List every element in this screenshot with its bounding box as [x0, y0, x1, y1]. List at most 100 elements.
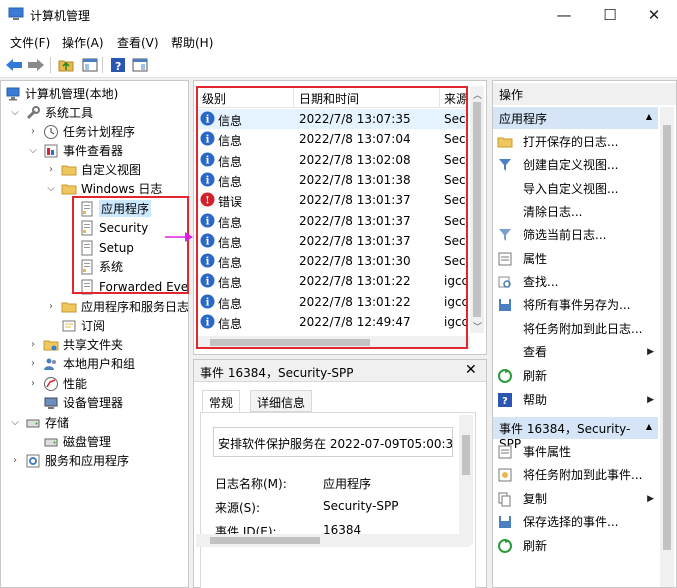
chevron-right-icon[interactable]: › — [27, 126, 39, 138]
navigation-tree: 计算机管理(本地) ⌵ 系统工具 › 任务计划程序 ⌵ 事件查看器 › 自定义视… — [0, 80, 189, 588]
chevron-down-icon[interactable]: ⌵ — [45, 183, 57, 195]
menu-help[interactable]: 帮助(H) — [171, 34, 213, 51]
tree-item-custom-views[interactable]: › 自定义视图 — [45, 160, 141, 179]
menu-file[interactable]: 文件(F) — [10, 34, 50, 51]
folder-icon — [61, 162, 77, 178]
copy-icon — [497, 491, 513, 507]
action-item[interactable]: 将任务附加到此日志... — [493, 317, 658, 340]
tree-item-services-apps[interactable]: › 服务和应用程序 — [9, 451, 129, 470]
action-item[interactable]: 创建自定义视图... — [493, 153, 658, 176]
chevron-right-icon[interactable]: › — [27, 358, 39, 370]
annotation-box-event-list — [196, 86, 468, 349]
detail-hscroll[interactable] — [196, 534, 470, 547]
scroll-thumb[interactable] — [473, 102, 481, 317]
tree-item-subscriptions[interactable]: 订阅 — [61, 316, 105, 335]
users-icon — [43, 356, 59, 372]
actions-vscroll[interactable] — [660, 107, 674, 587]
tree-item-device-manager[interactable]: 设备管理器 — [43, 393, 123, 412]
action-item[interactable]: 将所有事件另存为... — [493, 293, 658, 316]
tree-label: 订阅 — [81, 319, 106, 333]
tree-label: Windows 日志 — [81, 182, 163, 196]
chevron-down-icon[interactable]: ⌵ — [9, 107, 21, 119]
event-message-box[interactable]: 安排软件保护服务在 2022-07-09T05:00:35Z 时重新启动 — [213, 427, 453, 457]
action-item[interactable]: 导入自定义视图... — [493, 177, 658, 200]
action-item[interactable]: 打开保存的日志... — [493, 130, 658, 153]
tree-label: 自定义视图 — [81, 163, 142, 177]
toolbar: ? — [0, 52, 677, 78]
tree-item-system-tools[interactable]: ⌵ 系统工具 — [9, 103, 93, 122]
show-hide-tree-icon[interactable] — [80, 55, 100, 75]
back-arrow-icon[interactable] — [4, 55, 24, 75]
menu-bar: 文件(F) 操作(A) 查看(V) 帮助(H) — [0, 30, 677, 52]
tree-item-performance[interactable]: › 性能 — [27, 374, 87, 393]
tree-item-root[interactable]: 计算机管理(本地) — [5, 84, 118, 103]
tree-item-shared-folders[interactable]: › 共享文件夹 — [27, 335, 123, 354]
collapse-up-icon[interactable]: ▲ — [646, 422, 652, 431]
event-list-vscroll[interactable]: ︿ ﹀ — [470, 86, 484, 333]
forward-arrow-icon[interactable] — [26, 55, 46, 75]
maximize-button[interactable]: ☐ — [587, 0, 633, 30]
chevron-right-icon[interactable]: › — [45, 164, 57, 176]
action-item[interactable]: 查看 ▶ — [493, 340, 658, 363]
storage-icon — [25, 415, 41, 431]
action-item[interactable]: 筛选当前日志... — [493, 223, 658, 246]
subscription-icon — [61, 318, 77, 334]
hscroll-thumb[interactable] — [210, 537, 320, 544]
section-label: 应用程序 — [499, 112, 548, 126]
action-label: 查看 — [523, 345, 548, 359]
close-detail-icon[interactable]: ✕ — [465, 362, 477, 378]
tree-item-local-users[interactable]: › 本地用户和组 — [27, 354, 135, 373]
action-item[interactable]: 将任务附加到此事件... — [493, 463, 658, 486]
tree-item-event-viewer[interactable]: ⌵ 事件查看器 — [27, 141, 123, 160]
scroll-thumb[interactable] — [462, 435, 470, 475]
collapse-up-icon[interactable]: ▲ — [646, 112, 652, 121]
action-item[interactable]: 刷新 — [493, 364, 658, 387]
action-item[interactable]: 刷新 — [493, 534, 658, 557]
action-label: 复制 — [523, 492, 548, 506]
tree-item-storage[interactable]: ⌵ 存储 — [9, 413, 69, 432]
scroll-thumb[interactable] — [663, 125, 671, 550]
menu-view[interactable]: 查看(V) — [117, 34, 159, 51]
action-item[interactable]: 属性 — [493, 247, 658, 270]
tree-item-apps-services-logs[interactable]: › 应用程序和服务日志 — [45, 297, 188, 316]
submenu-arrow-icon: ▶ — [647, 394, 654, 405]
action-item[interactable]: 事件属性 — [493, 440, 658, 463]
performance-icon — [43, 376, 59, 392]
action-item[interactable]: 保存选择的事件... — [493, 510, 658, 533]
tree-label: 本地用户和组 — [63, 357, 136, 371]
action-item[interactable]: ? 帮助 ▶ — [493, 388, 658, 411]
refresh-icon — [497, 368, 513, 384]
minimize-button[interactable]: — — [541, 0, 587, 30]
detail-vscroll[interactable] — [459, 415, 473, 545]
tree-item-disk-management[interactable]: 磁盘管理 — [43, 432, 111, 451]
action-label: 事件属性 — [523, 445, 572, 459]
chevron-down-icon[interactable]: ⌵ — [9, 417, 21, 429]
actions-section-event[interactable]: 事件 16384，Security-SPP ▲ — [493, 417, 658, 451]
action-item[interactable]: 查找... — [493, 270, 658, 293]
chevron-right-icon[interactable]: › — [9, 455, 21, 467]
tab-details[interactable]: 详细信息 — [250, 390, 313, 412]
chevron-down-icon[interactable]: ⌵ — [27, 145, 39, 157]
scroll-down-icon[interactable]: ﹀ — [473, 320, 482, 333]
chevron-right-icon[interactable]: › — [45, 301, 57, 313]
action-item[interactable]: 清除日志... — [493, 200, 658, 223]
show-action-pane-icon[interactable] — [130, 55, 150, 75]
folder-icon — [61, 181, 77, 197]
tab-general[interactable]: 常规 — [202, 390, 241, 412]
event-detail-pane: 事件 16384，Security-SPP ✕ 常规 详细信息 安排软件保护服务… — [193, 359, 487, 588]
up-folder-icon[interactable] — [56, 55, 76, 75]
chevron-right-icon[interactable]: › — [27, 378, 39, 390]
scroll-up-icon[interactable]: ︿ — [473, 88, 482, 101]
menu-action[interactable]: 操作(A) — [62, 34, 104, 51]
event-detail-body: 安排软件保护服务在 2022-07-09T05:00:35Z 时重新启动 日志名… — [200, 412, 476, 588]
action-label: 刷新 — [523, 369, 548, 383]
action-item[interactable]: 复制 ▶ — [493, 487, 658, 510]
tree-label: 共享文件夹 — [63, 338, 124, 352]
filter-icon — [497, 157, 513, 173]
close-button[interactable]: ✕ — [631, 0, 677, 30]
tree-item-task-scheduler[interactable]: › 任务计划程序 — [27, 122, 135, 141]
actions-section-application[interactable]: 应用程序 ▲ — [493, 107, 658, 129]
actions-pane: 操作 应用程序 ▲ 事件 16384，Security-SPP ▲ 打开保存的日… — [492, 80, 677, 588]
chevron-right-icon[interactable]: › — [27, 339, 39, 351]
help-icon[interactable]: ? — [108, 55, 128, 75]
